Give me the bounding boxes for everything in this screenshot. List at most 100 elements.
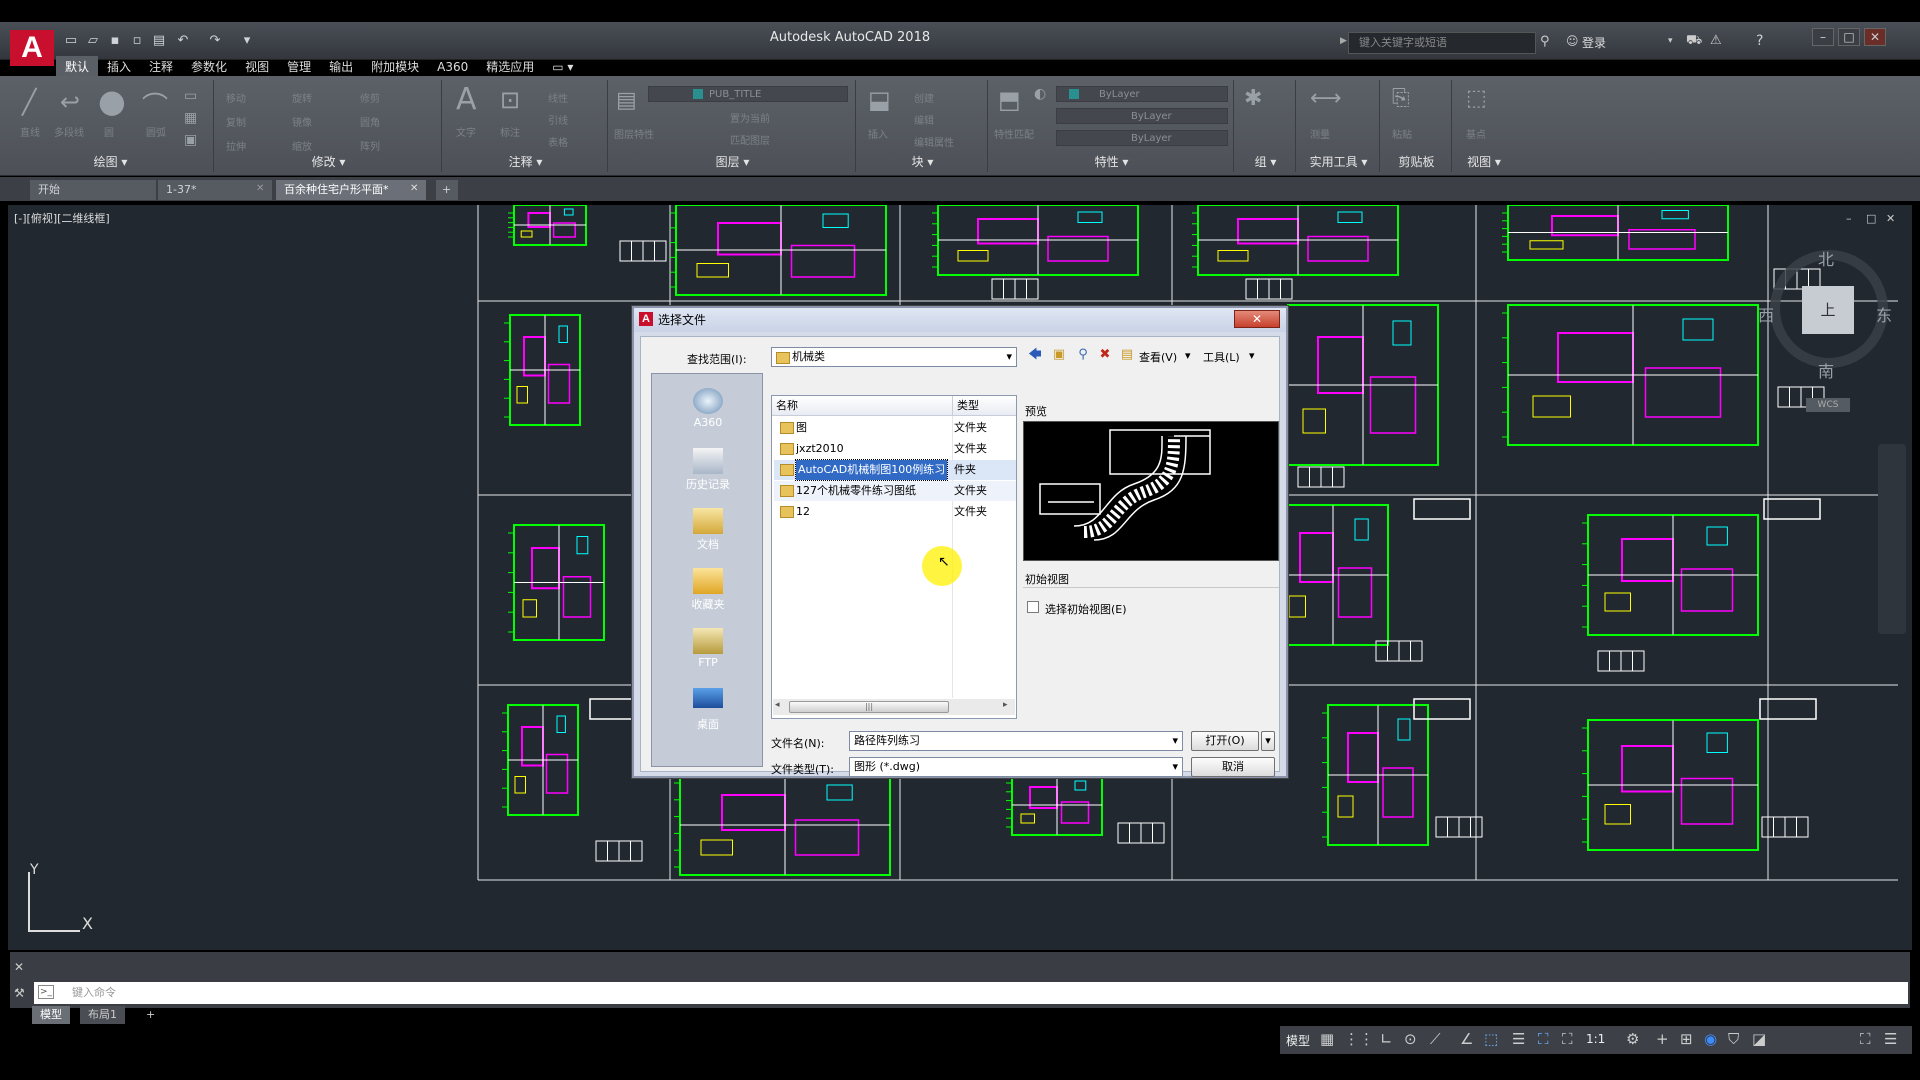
dialog-title[interactable]: 选择文件	[634, 308, 1286, 332]
gradient-icon[interactable]: ▣	[184, 132, 197, 148]
horizontal-scrollbar[interactable]: ◂ ||| ▸	[773, 699, 1015, 715]
ortho-icon[interactable]: ∟	[1380, 1030, 1393, 1048]
customize-status-icon[interactable]: ☰	[1884, 1030, 1897, 1048]
layout-tab-model[interactable]: 模型	[32, 1006, 70, 1024]
object-snap-tracking-icon[interactable]: ∠	[1460, 1030, 1473, 1048]
up-folder-icon[interactable]: ▣	[1051, 347, 1067, 363]
create-block-tool[interactable]: 创建	[914, 90, 934, 105]
open-file-icon[interactable]: ▱	[84, 32, 102, 50]
scroll-right-icon[interactable]: ▸	[1003, 700, 1008, 710]
back-icon[interactable]: 🡄	[1027, 347, 1043, 363]
delete-icon[interactable]: ✖	[1097, 347, 1113, 363]
arc-icon[interactable]: ⌒	[142, 86, 168, 123]
new-file-icon[interactable]: ▭	[62, 32, 80, 50]
copy-tool[interactable]: 复制	[226, 114, 246, 129]
place-desktop[interactable]: 桌面	[652, 688, 764, 732]
trim-tool[interactable]: 修剪	[360, 90, 380, 105]
tab-view[interactable]: 视图	[236, 56, 278, 77]
tools-menu[interactable]: 工具(L)	[1203, 349, 1240, 365]
command-input[interactable]: 键入命令	[34, 982, 1908, 1004]
command-prompt-icon[interactable]: >_	[38, 985, 54, 999]
initial-view-checkbox[interactable]	[1027, 601, 1039, 613]
table-tool[interactable]: 表格	[548, 134, 568, 149]
navigation-bar[interactable]	[1878, 444, 1906, 634]
tab-default[interactable]: 默认	[56, 56, 99, 77]
wcs-menu[interactable]: WCS	[1806, 398, 1850, 412]
tab-options-icon[interactable]: ▭ ▾	[543, 58, 582, 76]
scroll-thumb[interactable]: |||	[789, 701, 949, 713]
login-dropdown-icon[interactable]: ▾	[1668, 36, 1673, 46]
place-a360[interactable]: A360	[652, 388, 764, 429]
layout-tab-layout1[interactable]: 布局1	[80, 1006, 125, 1024]
annotation-scale[interactable]: 1:1	[1586, 1032, 1605, 1046]
new-tab-icon[interactable]: +	[436, 180, 458, 200]
tab-parametric[interactable]: 参数化	[182, 56, 236, 77]
units-icon[interactable]: ⊞	[1680, 1030, 1693, 1048]
hatch-icon[interactable]: ▦	[184, 110, 197, 126]
rectangle-icon[interactable]: ▭	[184, 88, 197, 104]
quick-properties-icon[interactable]: ◉	[1704, 1030, 1717, 1048]
list-item[interactable]: 12 文件夹	[774, 502, 1016, 522]
view-menu-chevron-icon[interactable]: ▾	[1185, 349, 1191, 362]
lineweight-combo[interactable]: ByLayer	[1056, 130, 1228, 146]
panel-utilities-label[interactable]: 实用工具 ▾	[1298, 153, 1379, 170]
scroll-left-icon[interactable]: ◂	[775, 700, 780, 710]
close-tab-icon[interactable]: ✕	[410, 183, 418, 194]
match-properties-icon[interactable]: ⬒	[998, 86, 1021, 114]
dialog-close-button[interactable]: ✕	[1234, 310, 1280, 328]
panel-block-label[interactable]: 块 ▾	[858, 153, 987, 170]
edit-attributes-tool[interactable]: 编辑属性	[914, 134, 954, 149]
help-search-input[interactable]: 键入关键字或短语	[1348, 32, 1536, 54]
match-layer-tool[interactable]: 匹配图层	[730, 132, 770, 147]
isolate-objects-icon[interactable]: ◪	[1752, 1030, 1766, 1048]
snap-icon[interactable]: ⋮⋮	[1344, 1030, 1374, 1048]
compass-east[interactable]: 东	[1876, 302, 1892, 326]
column-header-name[interactable]: 名称	[772, 396, 952, 416]
search-web-icon[interactable]: ⚲	[1075, 347, 1091, 363]
close-window-icon[interactable]: ✕	[1864, 28, 1886, 46]
column-header-type[interactable]: 类型	[952, 396, 1016, 416]
rotate-tool[interactable]: 旋转	[292, 90, 312, 105]
paste-icon[interactable]: ⎘	[1392, 86, 1410, 111]
help-icon[interactable]: ?	[1756, 33, 1763, 49]
lock-ui-icon[interactable]: ⛉	[1728, 1030, 1739, 1048]
chevron-down-icon[interactable]: ▾	[1172, 758, 1178, 776]
chevron-down-icon[interactable]: ▾	[1172, 732, 1178, 750]
redo-icon[interactable]: ↷	[206, 32, 224, 50]
save-icon[interactable]: ▪	[106, 32, 124, 50]
doc-tab-1-37[interactable]: 1-37*	[158, 180, 272, 200]
mirror-tool[interactable]: 镜像	[292, 114, 312, 129]
place-favorites[interactable]: 收藏夹	[652, 568, 764, 612]
file-list[interactable]: 名称 类型 图文件夹 jxzt2010 文件夹 AutoCAD机械制图100例练习…	[771, 395, 1017, 719]
quick-access-dropdown-icon[interactable]: ▾	[238, 32, 256, 50]
grid-icon[interactable]: ▦	[1320, 1030, 1334, 1048]
tab-manage[interactable]: 管理	[278, 56, 320, 77]
viewport-close-icon[interactable]: ✕	[1886, 212, 1895, 225]
maximize-icon[interactable]: □	[1838, 28, 1860, 46]
compass-west[interactable]: 西	[1758, 302, 1774, 326]
panel-draw-label[interactable]: 绘图 ▾	[8, 153, 213, 170]
viewport-minimize-icon[interactable]: –	[1846, 212, 1852, 225]
list-item-selected[interactable]: AutoCAD机械制图100例练习 件夹	[774, 459, 1016, 481]
scale-tool[interactable]: 缩放	[292, 138, 312, 153]
fillet-tool[interactable]: 圆角	[360, 114, 380, 129]
panel-annotate-label[interactable]: 注释 ▾	[444, 153, 607, 170]
panel-properties-label[interactable]: 特性 ▾	[990, 153, 1233, 170]
layer-combo[interactable]: PUB_TITLE	[648, 86, 848, 102]
set-current-tool[interactable]: 置为当前	[730, 110, 770, 125]
doc-tab-residential[interactable]: 百余种住宅户形平面*	[276, 180, 426, 200]
open-options-chevron-icon[interactable]: ▾	[1261, 731, 1275, 751]
tab-addins[interactable]: 附加模块	[362, 56, 428, 77]
isodraft-icon[interactable]: ⟋	[1430, 1030, 1441, 1048]
place-history[interactable]: 历史记录	[652, 448, 764, 492]
initial-view-checkbox-label[interactable]: 选择初始视图(E)	[1045, 601, 1127, 617]
tab-annotate[interactable]: 注释	[140, 56, 182, 77]
clean-screen-icon[interactable]: ⛶	[1860, 1030, 1871, 1048]
autodesk-exchange-icon[interactable]: ⚠	[1710, 33, 1722, 48]
list-item[interactable]: 图文件夹	[774, 418, 1016, 438]
layer-properties-icon[interactable]: ▤	[616, 88, 637, 113]
search-expand-icon[interactable]: ▶	[1340, 36, 1347, 46]
panel-modify-label[interactable]: 修改 ▾	[216, 153, 441, 170]
plot-icon[interactable]: ▤	[150, 32, 168, 50]
close-tab-icon[interactable]: ✕	[256, 183, 264, 194]
